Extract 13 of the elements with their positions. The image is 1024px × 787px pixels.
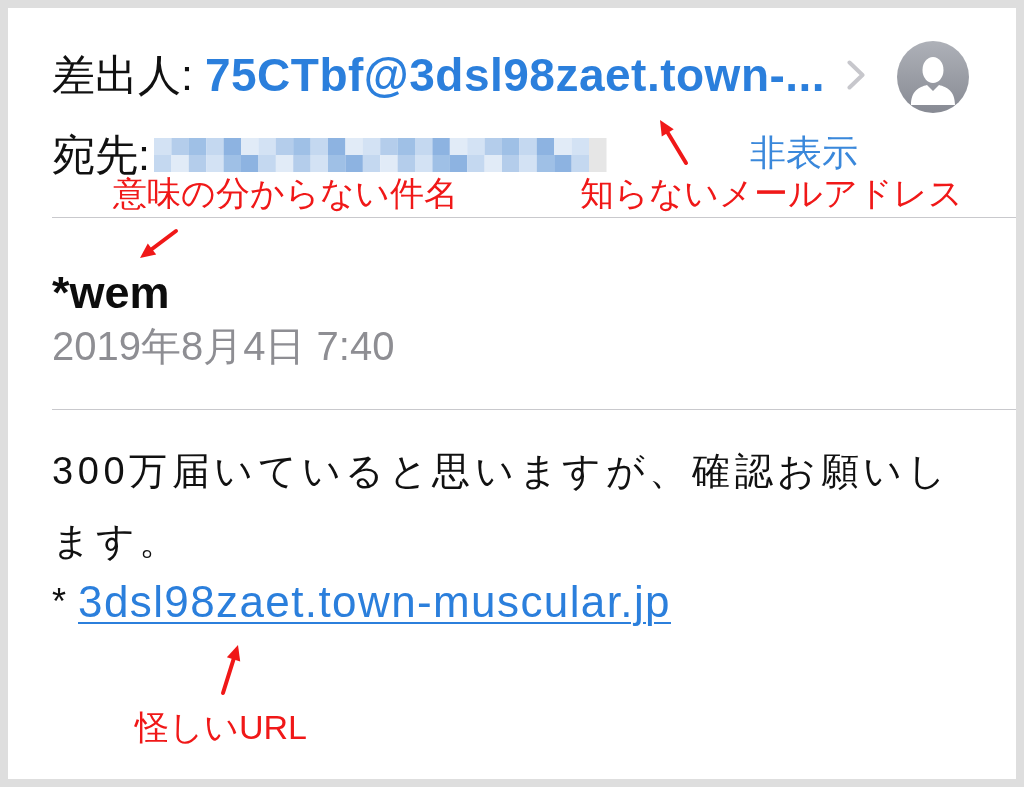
message-text: 300万届いていると思いますが、確認お願いします。 bbox=[52, 449, 952, 564]
date-text: 2019年8月4日 7:40 bbox=[52, 323, 396, 369]
hide-link[interactable]: 非表示 bbox=[750, 131, 858, 175]
url-link[interactable]: 3dsl98zaet.town-muscular.jp bbox=[78, 576, 671, 628]
callout-text: 知らないメールアドレス bbox=[580, 173, 963, 213]
from-label: 差出人: bbox=[52, 50, 193, 100]
callout-text: 怪しいURL bbox=[135, 707, 308, 747]
callout-text: 意味の分からない件名 bbox=[113, 174, 458, 213]
chevron-right-icon[interactable] bbox=[847, 60, 865, 90]
subject-text: *wem bbox=[52, 266, 171, 319]
avatar-icon bbox=[897, 41, 969, 113]
bullet-mark: * bbox=[52, 580, 66, 624]
sender-address-link[interactable]: 75CTbf@3dsl98zaet.town-... bbox=[204, 50, 826, 100]
